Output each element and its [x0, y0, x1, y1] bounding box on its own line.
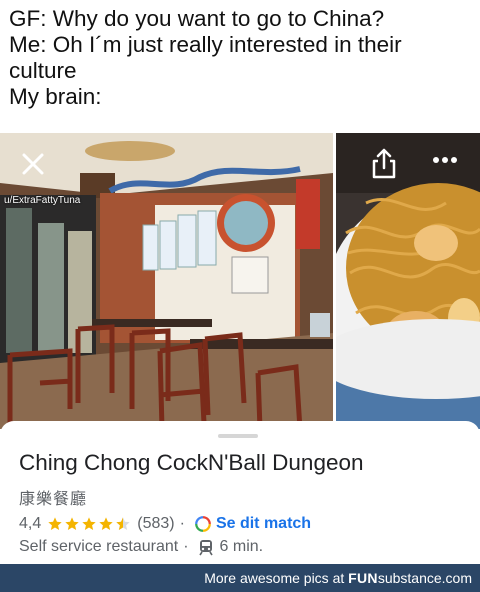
- star-rating: [47, 516, 131, 532]
- restaurant-interior-photo[interactable]: u/ExtraFattyTuna: [0, 133, 333, 429]
- place-type: Self service restaurant: [19, 538, 179, 555]
- drag-handle[interactable]: [218, 434, 258, 438]
- star-icon: [48, 517, 62, 530]
- footer-domain: .com: [441, 570, 472, 586]
- place-native-name: 康樂餐廳: [19, 491, 88, 508]
- close-icon[interactable]: [18, 149, 48, 179]
- star-icon: [65, 517, 79, 530]
- more-icon[interactable]: [430, 153, 460, 167]
- food-noodles-photo[interactable]: [336, 133, 480, 429]
- meme-caption: GF: Why do you want to go to China? Me: …: [9, 6, 475, 110]
- half-star-icon: [116, 517, 130, 530]
- footer-text: More awesome pics at FUNsubstance.com: [204, 570, 472, 586]
- watermark-footer: More awesome pics at FUNsubstance.com: [0, 564, 480, 592]
- place-card[interactable]: Ching Chong CockN'Ball Dungeon 康樂餐廳 4,4 …: [0, 421, 480, 564]
- rating-row: 4,4 (583) · Se dit match: [19, 514, 311, 534]
- caption-line-2: Me: Oh I´m just really interested in the…: [9, 32, 402, 83]
- separator-dot: ·: [179, 515, 185, 532]
- footer-brand-bold: FUN: [348, 570, 378, 586]
- rating-value: 4,4: [19, 515, 42, 532]
- caption-line-1: GF: Why do you want to go to China?: [9, 6, 385, 31]
- footer-brand-rest: substance: [377, 570, 442, 586]
- caption-line-3: My brain:: [9, 84, 102, 109]
- footer-prefix: More awesome pics at: [204, 570, 345, 586]
- share-icon[interactable]: [368, 147, 400, 181]
- travel-time: 6 min.: [219, 538, 264, 555]
- type-row: Self service restaurant · 6 min.: [19, 538, 263, 556]
- separator-dot: ·: [183, 538, 189, 555]
- match-icon: [195, 516, 211, 532]
- star-icon: [82, 517, 96, 530]
- review-count[interactable]: (583): [137, 515, 174, 533]
- place-name: Ching Chong CockN'Ball Dungeon: [19, 450, 364, 475]
- photo-carousel[interactable]: u/ExtraFattyTuna: [0, 133, 480, 429]
- train-icon: [198, 539, 213, 555]
- username-watermark: u/ExtraFattyTuna: [4, 195, 81, 206]
- star-icon: [99, 517, 113, 530]
- match-label[interactable]: Se dit match: [216, 515, 311, 533]
